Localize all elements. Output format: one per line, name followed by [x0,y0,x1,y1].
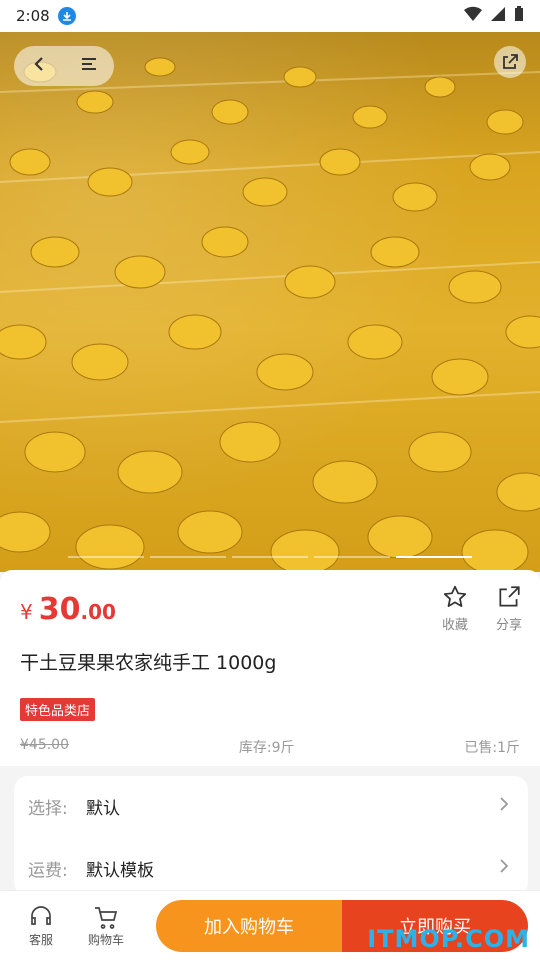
favorite-label: 收藏 [441,618,468,633]
cart-nav-button[interactable]: 购物车 [88,905,124,948]
product-image[interactable] [0,32,540,572]
sold-count: 已售:1斤 [464,740,520,756]
watermark: ITMOP.COM [367,925,530,953]
star-icon [443,585,467,607]
option-select-value: 默认 [86,798,120,819]
customer-service-label: 客服 [28,933,53,947]
carousel-dot [68,556,144,558]
option-shipping-row[interactable]: 运费: 默认模板 [28,853,510,883]
currency-symbol: ¥ [20,600,33,624]
carousel-dot [314,556,390,558]
add-to-cart-button[interactable]: 加入购物车 [156,900,342,952]
option-shipping-label: 运费: [28,860,68,881]
share-button[interactable]: 分享 [496,584,522,633]
price-integer: 30 [38,592,81,627]
wifi-icon [464,6,482,26]
chevron-right-icon [498,857,510,880]
option-select-label: 选择: [28,798,68,819]
options-card: 选择: 默认 运费: 默认模板 [14,776,528,896]
battery-icon [514,6,524,26]
chevron-right-icon [498,795,510,818]
product-title: 干土豆果果农家纯手工 1000g [20,652,277,674]
status-bar: 2:08 [0,0,540,32]
dried-potato-photo [0,57,540,572]
carousel-dot [232,556,308,558]
share-label: 分享 [495,618,522,633]
cart-icon [95,907,118,929]
product-actions: 收藏 分享 [442,584,522,633]
carousel-dot-active [396,556,472,558]
option-select-row[interactable]: 选择: 默认 [28,791,510,821]
product-meta: ¥45.00 库存:9斤 已售:1斤 [20,737,520,757]
customer-service-button[interactable]: 客服 [28,905,54,948]
carousel-dot [150,556,226,558]
stock-count: 库存:9斤 [238,740,295,756]
carousel-indicator [0,556,540,558]
status-time: 2:08 [16,7,50,25]
menu-icon[interactable] [79,54,99,78]
hero-nav-group [14,46,114,86]
product-info: ¥ 30 .00 收藏 分享 干土豆果果农家纯手工 1000g 特色品类店 ¥4… [0,570,540,766]
cart-nav-label: 购物车 [88,933,125,947]
share-icon [499,586,520,607]
price: ¥ 30 .00 [20,592,116,627]
share-icon [503,54,518,69]
original-price: ¥45.00 [20,737,69,753]
hero-share-button[interactable] [494,46,526,78]
headset-icon [31,906,51,925]
download-icon [57,7,76,25]
favorite-button[interactable]: 收藏 [442,584,468,633]
store-badge: 特色品类店 [20,698,96,721]
price-decimal: .00 [80,600,116,624]
option-shipping-value: 默认模板 [86,860,154,881]
back-icon[interactable] [29,54,49,78]
signal-icon [490,6,506,26]
